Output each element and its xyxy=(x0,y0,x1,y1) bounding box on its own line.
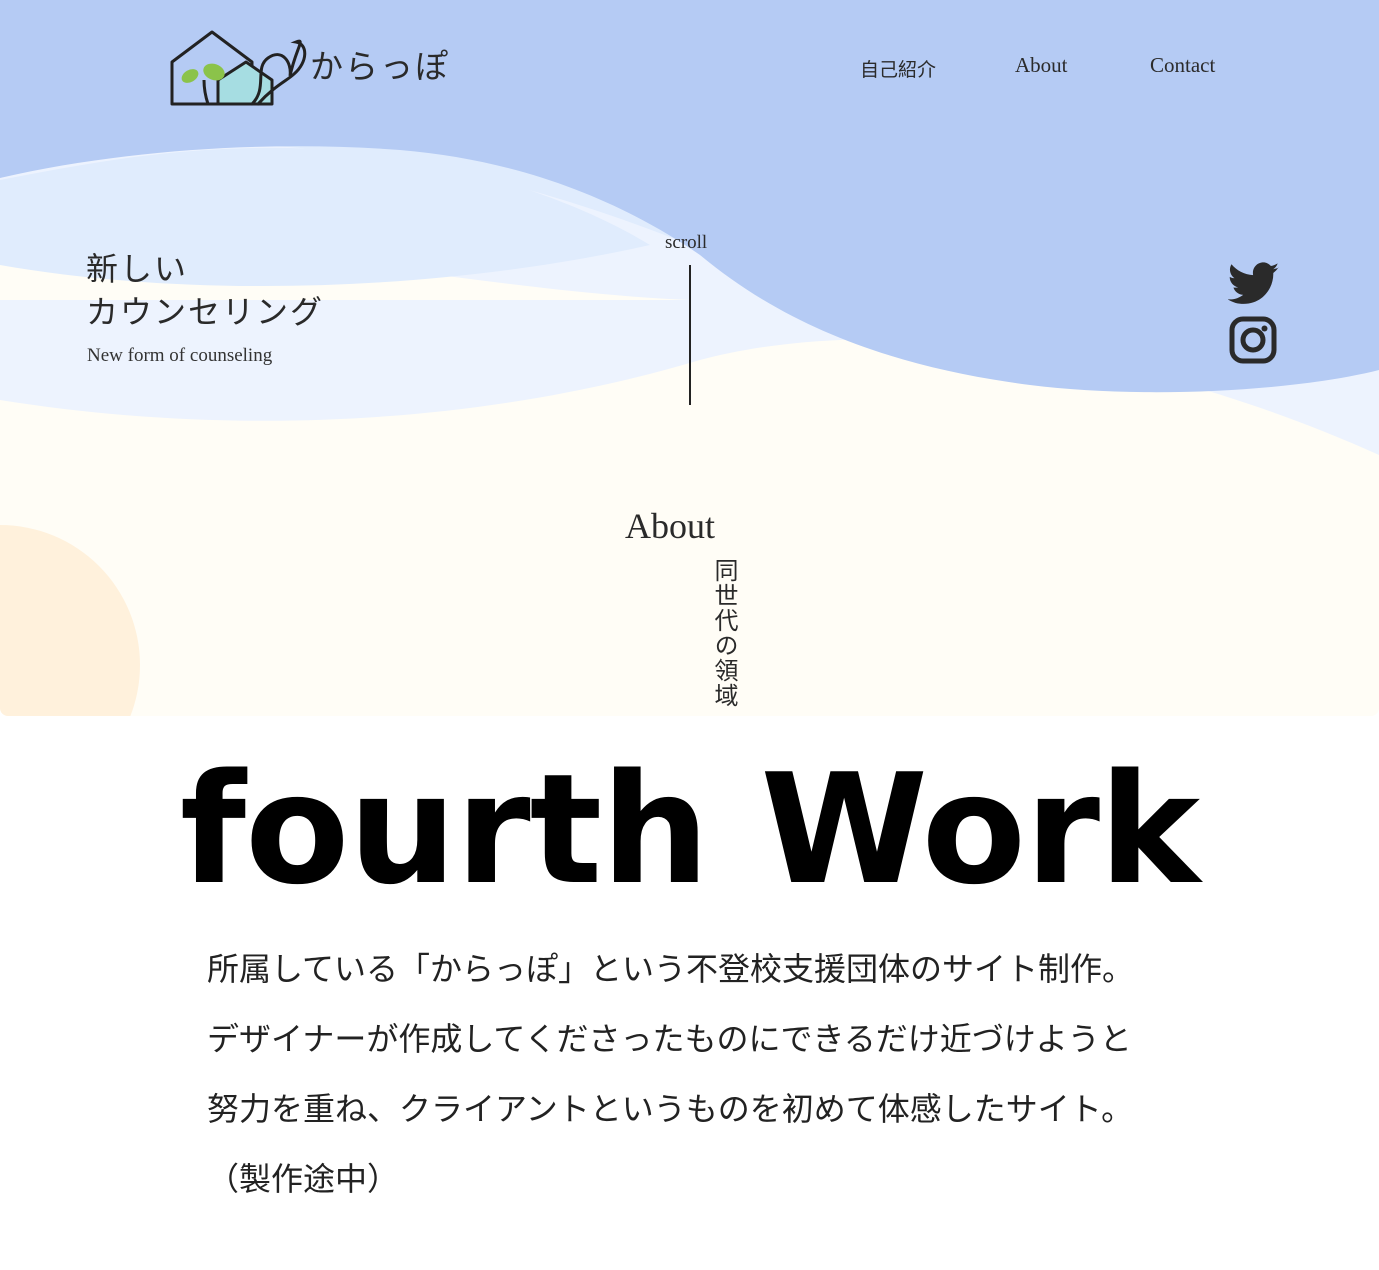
work-title: fourth Work xyxy=(179,741,1200,918)
about-heading: About xyxy=(625,506,715,546)
description-line: 所属している「からっぽ」という不登校支援団体のサイト制作。 xyxy=(207,950,1135,988)
work-description: 所属している「からっぽ」という不登校支援団体のサイト制作。 デザイナーが作成して… xyxy=(207,934,1134,1214)
scroll-label: scroll xyxy=(665,232,708,253)
scroll-line xyxy=(689,265,691,405)
about-vertical-text: 同世代の領域 xyxy=(710,558,738,708)
nav-about[interactable]: About xyxy=(1015,53,1068,78)
nav-self-introduction[interactable]: 自己紹介 xyxy=(860,55,936,82)
description-line: デザイナーが作成してくださったものにできるだけ近づけようと xyxy=(207,1020,1132,1058)
twitter-icon[interactable] xyxy=(1228,262,1280,306)
description-line: 努力を重ね、クライアントというものを初めて体感したサイト。 xyxy=(207,1090,1134,1128)
hero-title-line2: カウンセリング xyxy=(86,293,325,331)
nav-contact[interactable]: Contact xyxy=(1150,53,1215,78)
instagram-icon[interactable] xyxy=(1228,316,1278,364)
description-line: （製作途中） xyxy=(207,1160,400,1198)
page: からっぽ 自己紹介 About Contact 新しい カウンセリング New … xyxy=(0,0,1379,1270)
hero-title: 新しい カウンセリング xyxy=(86,248,324,334)
hero-title-line1: 新しい xyxy=(86,250,189,288)
hero-subtitle: New form of counseling xyxy=(87,345,273,366)
logo-text[interactable]: からっぽ xyxy=(310,40,450,88)
site-preview: からっぽ 自己紹介 About Contact 新しい カウンセリング New … xyxy=(0,0,1379,716)
